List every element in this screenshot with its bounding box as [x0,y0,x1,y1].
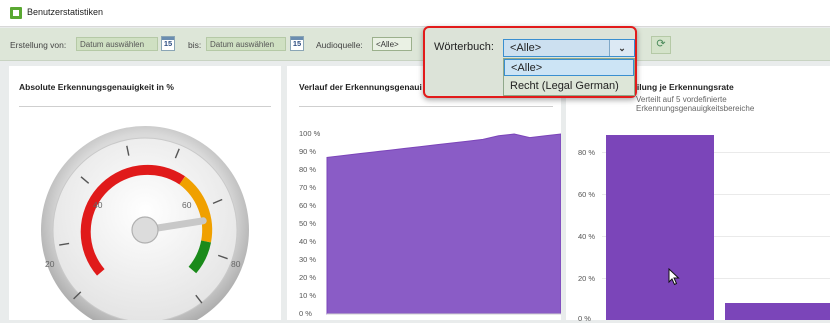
created-from-label: Erstellung von: [10,40,67,50]
window-title: Benutzerstatistiken [27,7,104,17]
trend-panel: Verlauf der Erkennungsgenaui 100 % 90 % … [287,66,561,320]
y-tick: 20 % [578,274,596,283]
y-tick: 60 % [578,190,596,199]
mouse-cursor-icon [668,268,680,286]
distribution-panel: rteilung je Erkennungsrate Verteilt auf … [566,66,830,323]
dictionary-select[interactable]: <Alle> ⌄ [503,39,635,57]
to-label: bis: [188,40,202,50]
filter-bar: Erstellung von: Datum auswählen 15 bis: … [0,28,830,61]
distribution-subtitle: Verteilt auf 5 vordefinierte Erkennungsg… [636,95,755,113]
dictionary-selected-value: <Alle> [510,42,542,54]
dictionary-popup: Wörterbuch: <Alle> ⌄ <Alle> Recht (Legal… [423,26,637,98]
app-icon [10,7,22,19]
gauge-label-80: 80 [231,259,241,269]
gauge-hub [131,216,159,244]
calendar-icon[interactable]: 15 [161,36,175,51]
refresh-icon[interactable]: ⟳ [651,36,671,54]
gauge-label-20: 20 [45,259,55,269]
accuracy-gauge: 0 20 40 60 80 100 [41,126,249,320]
calendar-icon[interactable]: 15 [290,36,304,51]
from-date-input[interactable]: Datum auswählen [76,37,158,51]
absolute-accuracy-panel: Absolute Erkennungsgenauigkeit in % 20 4… [9,66,281,320]
dictionary-option[interactable]: Recht (Legal German) [504,78,634,95]
title-bar: Benutzerstatistiken [0,0,830,27]
chevron-down-icon[interactable]: ⌄ [609,40,634,56]
absolute-accuracy-title: Absolute Erkennungsgenauigkeit in % [19,82,174,92]
bar-series-item[interactable] [606,135,714,320]
dictionary-label: Wörterbuch: [434,41,494,53]
dictionary-option[interactable]: <Alle> [504,59,634,76]
trend-area-chart [326,133,561,315]
dictionary-options-list: <Alle> Recht (Legal German) [503,58,635,96]
audio-source-label: Audioquelle: [316,40,363,50]
gauge-label-60: 60 [182,200,192,210]
trend-area-series [326,133,561,315]
y-tick: 40 % [578,232,596,241]
audio-source-select[interactable]: <Alle> [372,37,412,51]
distribution-title: rteilung je Erkennungsrate [626,82,734,92]
gauge-label-40: 40 [93,200,103,210]
to-date-input[interactable]: Datum auswählen [206,37,286,51]
divider [19,106,271,107]
y-tick: 80 % [578,148,596,157]
bar-series-item[interactable] [725,303,830,320]
y-tick: 0 % [578,314,591,323]
